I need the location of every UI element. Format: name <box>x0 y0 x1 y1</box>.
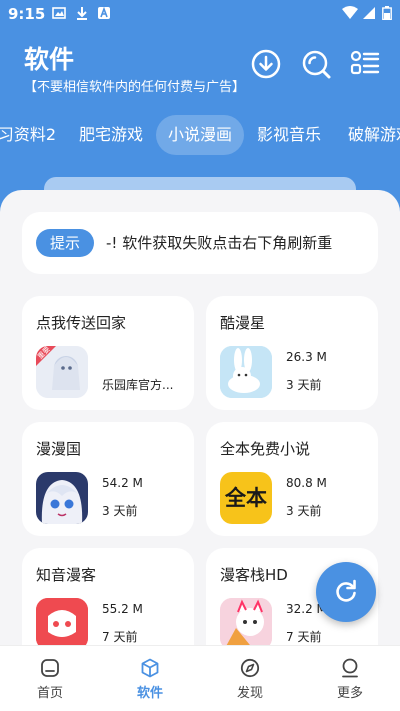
app-date: 3 天前 <box>286 378 322 392</box>
app-date: 3 天前 <box>102 504 138 518</box>
app-date: 7 天前 <box>286 630 322 644</box>
download-icon[interactable] <box>250 48 282 80</box>
app-notification-icon <box>98 6 110 19</box>
cube-icon <box>141 658 159 678</box>
app-icon <box>220 598 272 650</box>
compass-icon <box>240 658 260 678</box>
app-size: 26.3 M <box>286 350 327 364</box>
app-name: 知音漫客 <box>36 566 97 584</box>
status-bar: 9:15 <box>0 0 400 28</box>
app-name: 全本免费小说 <box>220 440 311 458</box>
app-name: 点我传送回家 <box>36 314 127 332</box>
nav-discover[interactable]: 发现 <box>200 646 300 711</box>
app-card[interactable]: 漫漫国 54.2 M 3 天前 <box>22 422 194 536</box>
nav-home-label: 首页 <box>36 686 63 701</box>
page-subtitle: 【不要相信软件内的任何付费与广告】 <box>24 80 246 95</box>
refresh-button[interactable] <box>316 562 376 622</box>
app-header: 软件 【不要相信软件内的任何付费与广告】 习资料2 肥宅游戏 小说漫画 影视音乐… <box>0 28 400 190</box>
image-notification-icon <box>52 7 66 19</box>
nav-software[interactable]: 软件 <box>100 646 200 711</box>
nav-discover-label: 发现 <box>236 686 263 701</box>
list-menu-icon[interactable] <box>349 48 381 80</box>
app-name: 漫客栈HD <box>220 566 288 584</box>
user-icon <box>342 658 358 678</box>
tab-cracked-games[interactable]: 破解游戏 <box>340 115 400 155</box>
app-icon-text: 全本 <box>225 486 267 510</box>
app-icon: 全本 <box>220 472 272 524</box>
nav-software-label: 软件 <box>136 686 163 701</box>
notice-text: -! 软件获取失败点击右下角刷新重 <box>106 234 333 252</box>
tab-study[interactable]: 习资料2 <box>0 115 62 155</box>
notice-bar: 提示 -! 软件获取失败点击右下角刷新重 <box>22 212 378 274</box>
app-icon <box>36 472 88 524</box>
battery-icon <box>382 6 392 20</box>
refresh-icon <box>336 579 356 602</box>
signal-icon <box>363 7 375 19</box>
app-size: 55.2 M <box>102 602 143 616</box>
page-title: 软件 <box>24 45 75 74</box>
app-name: 漫漫国 <box>36 440 82 458</box>
home-icon <box>41 659 59 677</box>
app-icon: 重要 <box>36 346 88 398</box>
category-tabs: 习资料2 肥宅游戏 小说漫画 影视音乐 破解游戏 <box>0 115 400 155</box>
app-name: 酷漫星 <box>220 314 266 332</box>
search-icon[interactable] <box>300 48 332 80</box>
tab-games[interactable]: 肥宅游戏 <box>72 115 150 155</box>
app-card[interactable]: 全本免费小说 全本 80.8 M 3 天前 <box>206 422 378 536</box>
download-notification-icon <box>77 7 87 20</box>
nav-more-label: 更多 <box>336 686 363 701</box>
app-size: 54.2 M <box>102 476 143 490</box>
app-date: 3 天前 <box>286 504 322 518</box>
app-date: 7 天前 <box>102 630 138 644</box>
nav-home[interactable]: 首页 <box>0 646 100 711</box>
wifi-icon <box>342 6 358 19</box>
tab-novels-comics[interactable]: 小说漫画 <box>156 115 244 155</box>
app-size: 80.8 M <box>286 476 327 490</box>
app-card[interactable]: 点我传送回家 重要 乐园库官方... <box>22 296 194 410</box>
status-time: 9:15 <box>8 5 46 23</box>
notice-tag: 提示 <box>36 229 94 257</box>
app-publisher: 乐园库官方... <box>102 378 174 392</box>
app-icon <box>220 346 272 398</box>
nav-more[interactable]: 更多 <box>300 646 400 711</box>
content-panel: 提示 -! 软件获取失败点击右下角刷新重 点我传送回家 重要 乐园库官方... … <box>0 190 400 711</box>
tab-video-music[interactable]: 影视音乐 <box>250 115 328 155</box>
app-icon <box>36 598 88 650</box>
app-card[interactable]: 酷漫星 26.3 M 3 天前 <box>206 296 378 410</box>
bottom-nav: 首页 软件 发现 更多 <box>0 645 400 711</box>
